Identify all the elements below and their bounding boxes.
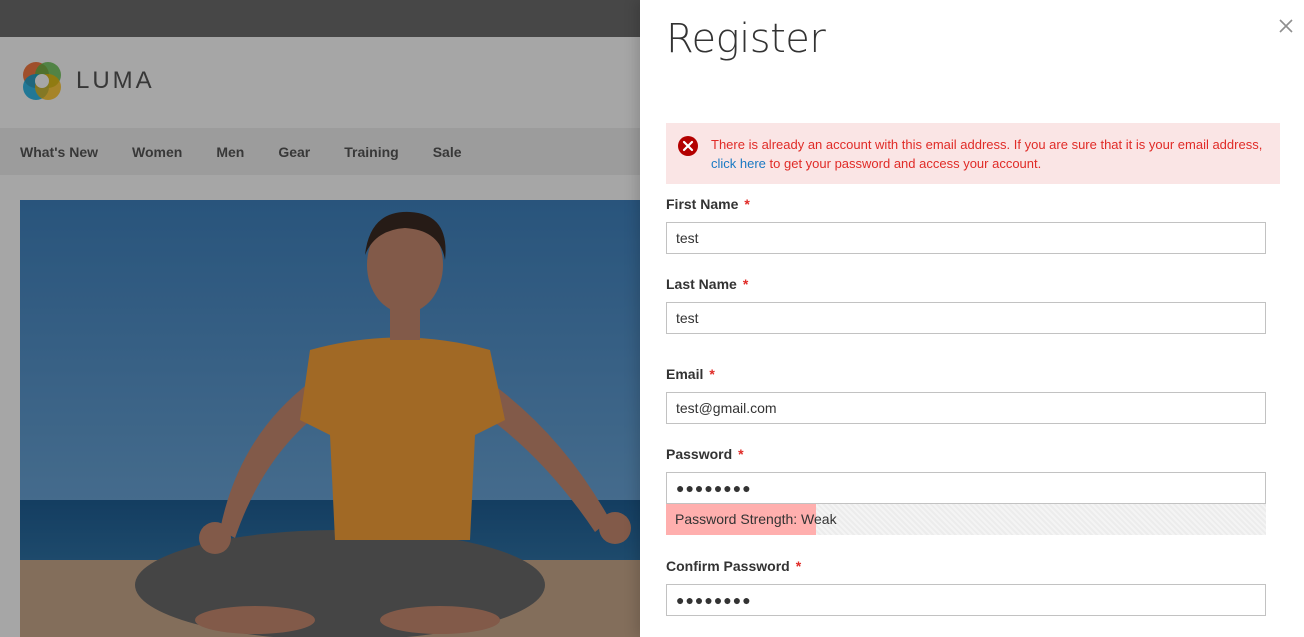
confirm-password-label: Confirm Password *	[666, 558, 1266, 578]
required-mark: *	[744, 196, 750, 212]
password-label-text: Password	[666, 446, 733, 462]
first-name-label: First Name *	[666, 196, 1266, 216]
last-name-input[interactable]	[666, 302, 1266, 334]
email-label: Email *	[666, 366, 1266, 386]
last-name-label-text: Last Name	[666, 276, 737, 292]
first-name-label-text: First Name	[666, 196, 739, 212]
required-mark: *	[738, 446, 744, 462]
error-icon	[678, 136, 698, 156]
error-text-after: to get your password and access your acc…	[765, 156, 1042, 171]
last-name-label: Last Name *	[666, 276, 1266, 296]
password-input[interactable]	[666, 472, 1266, 504]
modal-overlay[interactable]	[0, 0, 640, 637]
error-text: There is already an account with this em…	[711, 135, 1266, 173]
email-field: Email *	[666, 366, 1266, 424]
required-mark: *	[795, 558, 802, 574]
forgot-password-link[interactable]: click here	[711, 156, 766, 171]
password-strength-meter: Password Strength: Weak	[666, 504, 1266, 535]
modal-title: Register	[666, 16, 826, 62]
required-mark: *	[742, 276, 749, 292]
error-message: There is already an account with this em…	[666, 123, 1280, 184]
required-mark: *	[709, 366, 715, 382]
first-name-input[interactable]	[666, 222, 1266, 254]
last-name-field: Last Name *	[666, 276, 1266, 334]
password-field: Password *	[666, 446, 1266, 504]
error-text-before: There is already an account with this em…	[711, 137, 1263, 152]
close-button[interactable]	[1276, 16, 1296, 36]
register-modal: Register There is already an account wit…	[640, 0, 1304, 637]
close-icon	[1279, 19, 1293, 33]
password-strength-text: Password Strength: Weak	[675, 511, 837, 527]
confirm-password-input[interactable]	[666, 584, 1266, 616]
email-label-text: Email	[666, 366, 704, 382]
confirm-password-label-text: Confirm Password	[666, 558, 790, 574]
password-label: Password *	[666, 446, 1266, 466]
email-input[interactable]	[666, 392, 1266, 424]
first-name-field: First Name *	[666, 196, 1266, 254]
confirm-password-field: Confirm Password *	[666, 558, 1266, 616]
